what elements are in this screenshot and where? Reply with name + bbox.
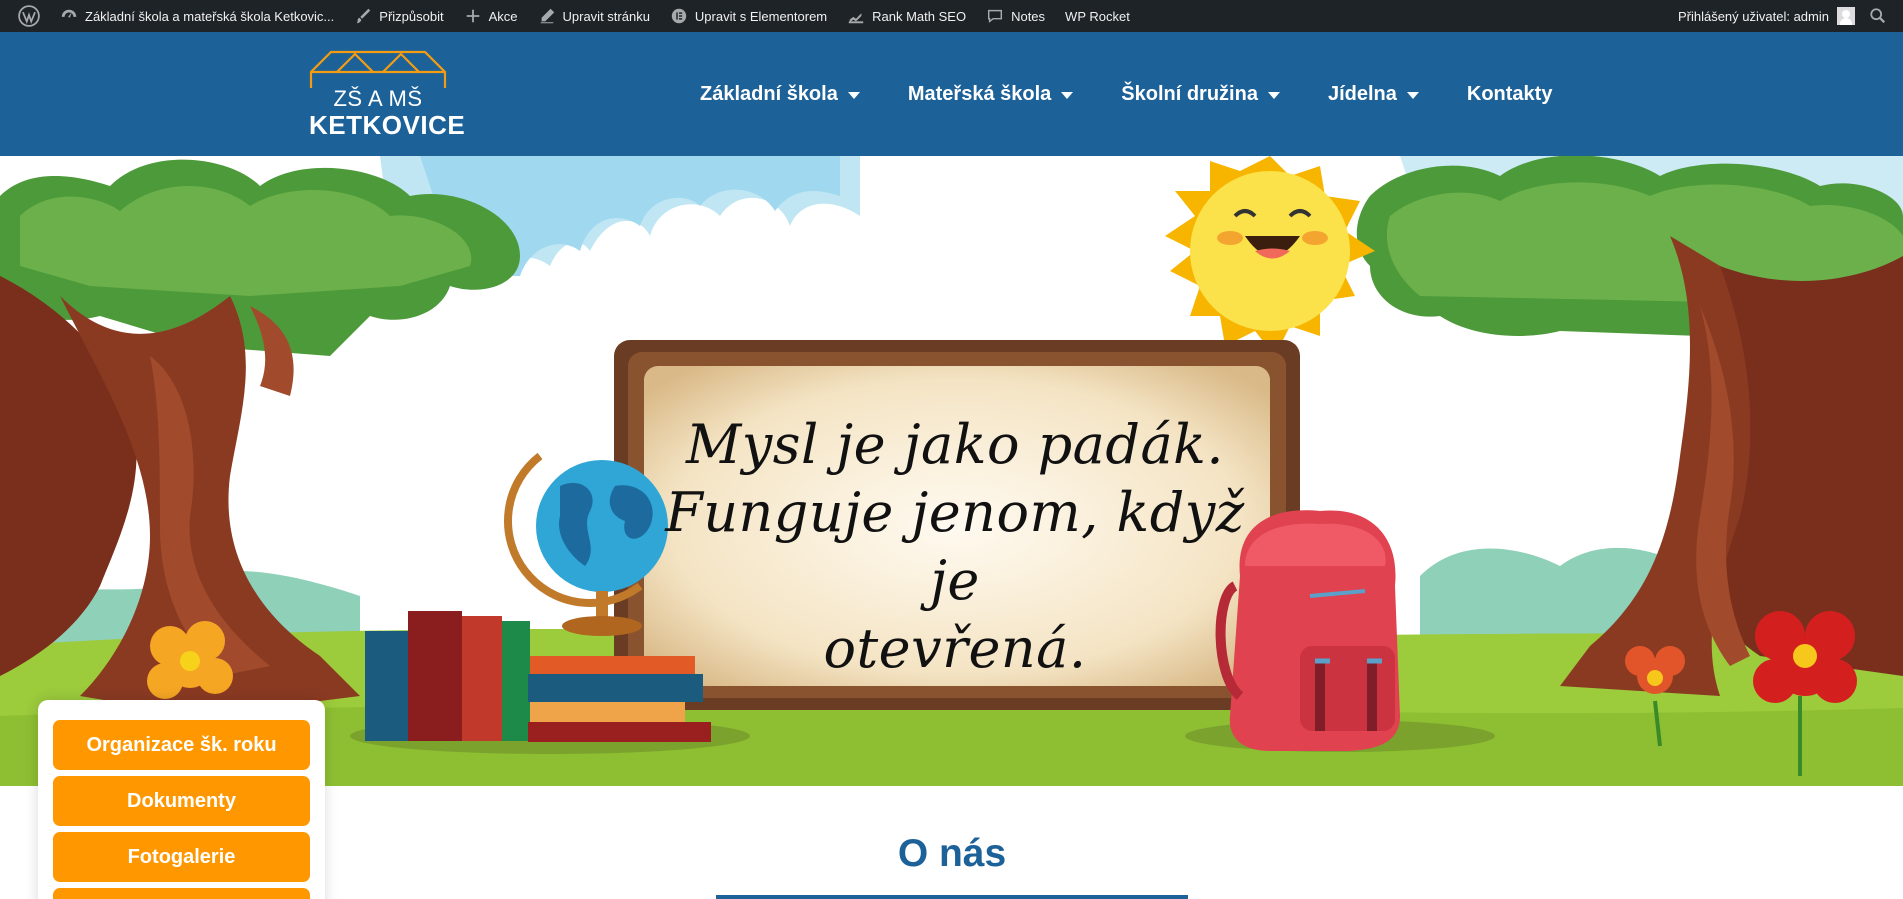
organizace-skolniho-roku-button[interactable]: Organizace šk. roku [53,720,310,770]
hero-quote: Mysl je jako padák. Funguje jenom, když … [665,411,1245,683]
chevron-down-icon [1061,91,1074,99]
rank-math-icon [848,13,864,24]
admin-bar-label: Základní škola a mateřská škola Ketkovic… [85,8,335,24]
fotogalerie-button[interactable]: Fotogalerie [53,832,310,882]
nav-item-label: Mateřská škola [907,82,1052,105]
admin-bar-label: Přizpůsobit [379,8,444,24]
nav-item-zakladni-skola[interactable]: Základní škola [700,83,860,106]
admin-bar-site-name[interactable]: Základní škola a mateřská škola Ketkovic… [50,0,344,32]
logo-line-1: ZŠ A MŠ [333,86,423,111]
brush-icon [356,8,371,24]
admin-bar-new[interactable]: Akce [454,0,528,32]
dokumenty-button[interactable]: Dokumenty [53,776,310,826]
plus-icon [466,9,479,23]
admin-bar-label: WP Rocket [1065,8,1130,24]
admin-bar-customize[interactable]: Přizpůsobit [344,0,453,32]
admin-bar-label: Upravit s Elementorem [694,8,828,24]
admin-bar-user-label: Přihlášený uživatel: admin [1677,8,1829,24]
notes-icon [988,9,1003,23]
hero-banner: Mysl je jako padák. Funguje jenom, když … [0,156,1903,786]
nav-item-label: Základní škola [700,82,838,105]
quote-line: Funguje jenom, když je [665,481,1245,612]
nav-item-kontakty[interactable]: Kontakty [1467,83,1553,106]
admin-bar-label: Upravit stránku [562,8,650,24]
quote-line: otevřená. [823,617,1087,680]
admin-bar-label: Rank Math SEO [872,8,967,24]
chevron-down-icon [1267,91,1280,99]
admin-bar-wp-rocket[interactable]: WP Rocket [1055,0,1140,32]
nav-item-label: Kontakty [1466,82,1553,105]
avatar [1837,7,1855,25]
admin-bar-edit-page[interactable]: Upravit stránku [528,0,660,32]
nav-item-label: Jídelna [1327,82,1397,105]
admin-bar-account[interactable]: Přihlášený uživatel: admin [1668,0,1861,32]
admin-bar-rank-math[interactable]: Rank Math SEO [837,0,976,32]
chevron-down-icon [847,91,860,99]
quick-link-button[interactable] [53,888,310,899]
quick-links-panel: Organizace šk. roku Dokumenty Fotogaleri… [38,700,325,899]
admin-bar-label: Notes [1011,8,1046,24]
dashboard-icon [61,9,77,18]
nav-item-label: Školní družina [1121,82,1258,105]
quote-line: Mysl je jako padák. [685,413,1225,476]
admin-bar-label: Akce [488,8,518,24]
school-roof-icon [309,50,447,88]
nav-item-skolni-druzina[interactable]: Školní družina [1121,83,1280,106]
admin-bar-elementor[interactable]: Upravit s Elementorem [660,0,837,32]
chevron-down-icon [1406,91,1419,99]
wordpress-logo-icon[interactable] [8,0,50,32]
nav-item-materska-skola[interactable]: Mateřská škola [907,82,1074,106]
main-navigation: Základní škola Mateřská škola Školní dru… [700,32,1552,156]
logo-line-2: KETKOVICE [309,110,466,140]
admin-bar-notes[interactable]: Notes [976,0,1055,32]
section-title: O nás [897,832,1007,875]
site-logo[interactable]: ZŠ A MŠ KETKOVICE [309,50,466,140]
section-divider [716,895,1188,899]
wp-admin-bar: Základní škola a mateřská škola Ketkovic… [0,0,1903,32]
site-header: ZŠ A MŠ KETKOVICE Základní škola Mateřsk… [0,32,1903,156]
search-icon[interactable] [1861,0,1895,32]
pencil-icon [540,8,554,24]
elementor-icon [671,8,687,24]
nav-item-jidelna[interactable]: Jídelna [1328,83,1419,106]
